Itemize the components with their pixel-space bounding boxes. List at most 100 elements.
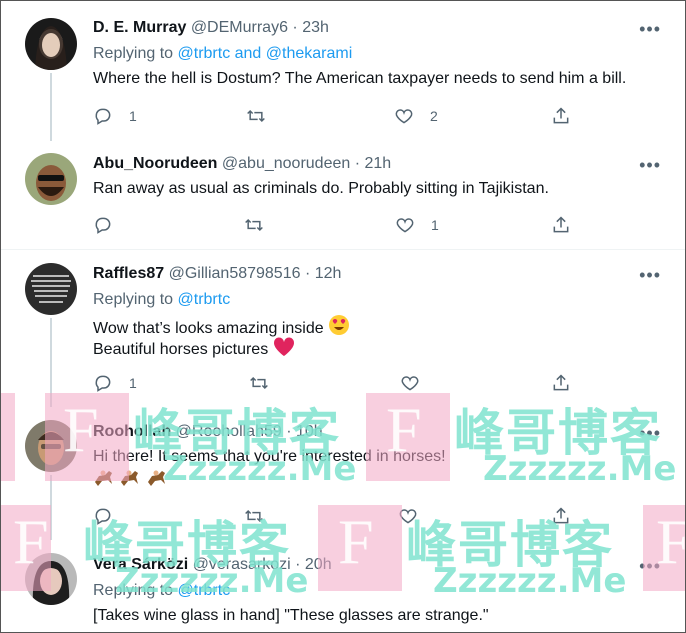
replying-to: Replying to @trbrtc (93, 291, 230, 309)
like-count: 1 (431, 217, 439, 233)
separator-dot: · (304, 265, 311, 282)
tweet-actions: 1 (93, 371, 573, 395)
reply-icon (95, 108, 111, 125)
user-handle[interactable]: @abu_noorudeen (222, 155, 350, 172)
display-name[interactable]: Vera Sárközi (93, 556, 188, 573)
replying-to-label: Replying to (93, 45, 178, 62)
user-handle[interactable]: @verasarkozi (193, 556, 291, 573)
tweet-header: Abu_Noorudeen @abu_noorudeen · 21h (93, 155, 391, 173)
like-button[interactable] (400, 371, 436, 395)
reply-button[interactable]: 1 (93, 104, 137, 128)
more-icon[interactable]: ••• (639, 155, 661, 176)
like-button[interactable]: 2 (394, 104, 438, 128)
horse-emoji-row (93, 468, 168, 492)
tweet-text: Wow that’s looks amazing inside (93, 320, 324, 337)
heart-icon (399, 509, 417, 524)
tweet-actions: 1 2 (93, 104, 573, 128)
reply-icon (95, 375, 111, 392)
tweet-header: Vera Sárközi @verasarkozi · 20h (93, 556, 332, 574)
user-handle[interactable]: @Roohollah59 (176, 423, 282, 440)
tweet-text: Hi there! It seems that you're intereste… (93, 448, 446, 465)
share-icon (553, 374, 569, 391)
share-button[interactable] (551, 213, 571, 237)
share-icon (553, 107, 569, 124)
horse-racing-emoji-icon (95, 470, 112, 486)
heart-icon (395, 109, 413, 124)
retweet-button[interactable] (246, 104, 282, 128)
replying-to-links[interactable]: @trbrtc and @thekarami (178, 45, 353, 62)
user-handle[interactable]: @Gillian58798516 (169, 265, 301, 282)
separator-dot: · (286, 423, 292, 440)
tweet-text: Where the hell is Dostum? The American t… (93, 70, 627, 87)
avatar[interactable] (25, 553, 77, 605)
reply-icon (95, 217, 111, 234)
reply-count: 1 (129, 108, 137, 124)
timestamp[interactable]: 21h (365, 155, 392, 172)
more-icon[interactable]: ••• (639, 265, 661, 286)
replying-to-links[interactable]: @trbrtc (178, 582, 231, 599)
more-icon[interactable]: ••• (639, 423, 661, 444)
replying-to-label: Replying to (93, 291, 178, 308)
share-icon (553, 507, 569, 524)
retweet-icon (245, 509, 263, 523)
reply-button[interactable] (93, 213, 129, 237)
replying-to-label: Replying to (93, 582, 178, 599)
replies-thread: D. E. Murray @DEMurray6 · 23h ••• Replyi… (0, 0, 686, 633)
tweet-header: Raffles87 @Gillian58798516 · 12h (93, 265, 341, 283)
tweet-header: D. E. Murray @DEMurray6 · 23h (93, 19, 329, 37)
like-button[interactable] (398, 504, 434, 528)
tweet-text-line: Beautiful horses pictures (93, 337, 295, 361)
timestamp[interactable]: 23h (302, 19, 329, 36)
tweet-vera-sarkozi[interactable]: Vera Sárközi @verasarkozi · 20h ••• Repl… (1, 540, 685, 632)
display-name[interactable]: Raffles87 (93, 265, 164, 282)
tweet-raffles87[interactable]: Raffles87 @Gillian58798516 · 12h ••• Rep… (1, 250, 685, 407)
avatar[interactable] (25, 18, 77, 70)
tweet-text: Ran away as usual as criminals do. Proba… (93, 180, 549, 197)
share-button[interactable] (551, 104, 571, 128)
like-count: 2 (430, 108, 438, 124)
reply-button[interactable]: 1 (93, 371, 137, 395)
retweet-button[interactable] (244, 213, 280, 237)
share-button[interactable] (551, 504, 571, 528)
share-icon (553, 216, 569, 233)
heart-eyes-emoji-icon (329, 315, 350, 335)
reply-count: 1 (129, 375, 137, 391)
reply-button[interactable] (93, 504, 129, 528)
more-icon[interactable]: ••• (639, 19, 661, 40)
tweet-roohollah[interactable]: Roohollah @Roohollah59 · 10h ••• Hi ther… (1, 407, 685, 540)
timestamp[interactable]: 10h (296, 423, 323, 440)
like-button[interactable]: 1 (395, 213, 439, 237)
thread-line (50, 73, 52, 141)
avatar[interactable] (25, 153, 77, 205)
display-name[interactable]: D. E. Murray (93, 19, 186, 36)
user-handle[interactable]: @DEMurray6 (191, 19, 288, 36)
share-button[interactable] (551, 371, 571, 395)
horse-racing-emoji-icon (147, 470, 165, 486)
avatar[interactable] (25, 263, 77, 315)
retweet-icon (250, 376, 268, 390)
heart-icon (396, 218, 414, 233)
separator-dot: · (295, 556, 301, 573)
display-name[interactable]: Roohollah (93, 423, 171, 440)
horse-racing-emoji-icon (121, 470, 139, 486)
avatar[interactable] (25, 420, 77, 472)
tweet-abu-noorudeen[interactable]: Abu_Noorudeen @abu_noorudeen · 21h ••• R… (1, 141, 685, 249)
timestamp[interactable]: 20h (305, 556, 332, 573)
more-icon[interactable]: ••• (639, 556, 661, 577)
timestamp[interactable]: 12h (315, 265, 342, 282)
red-heart-emoji-icon (273, 337, 294, 356)
tweet-header: Roohollah @Roohollah59 · 10h (93, 423, 323, 441)
heart-icon (401, 376, 419, 391)
replying-to-links[interactable]: @trbrtc (178, 291, 231, 308)
reply-icon (95, 508, 111, 525)
retweet-button[interactable] (244, 504, 280, 528)
tweet-text: [Takes wine glass in hand] "These glasse… (93, 607, 489, 624)
replying-to: Replying to @trbrtc (93, 582, 230, 600)
tweet-actions (93, 504, 573, 528)
tweet-text: Beautiful horses pictures (93, 341, 269, 358)
tweet-demurray[interactable]: D. E. Murray @DEMurray6 · 23h ••• Replyi… (1, 1, 685, 141)
separator-dot: · (292, 19, 298, 36)
retweet-button[interactable] (249, 371, 285, 395)
display-name[interactable]: Abu_Noorudeen (93, 155, 217, 172)
separator-dot: · (354, 155, 361, 172)
